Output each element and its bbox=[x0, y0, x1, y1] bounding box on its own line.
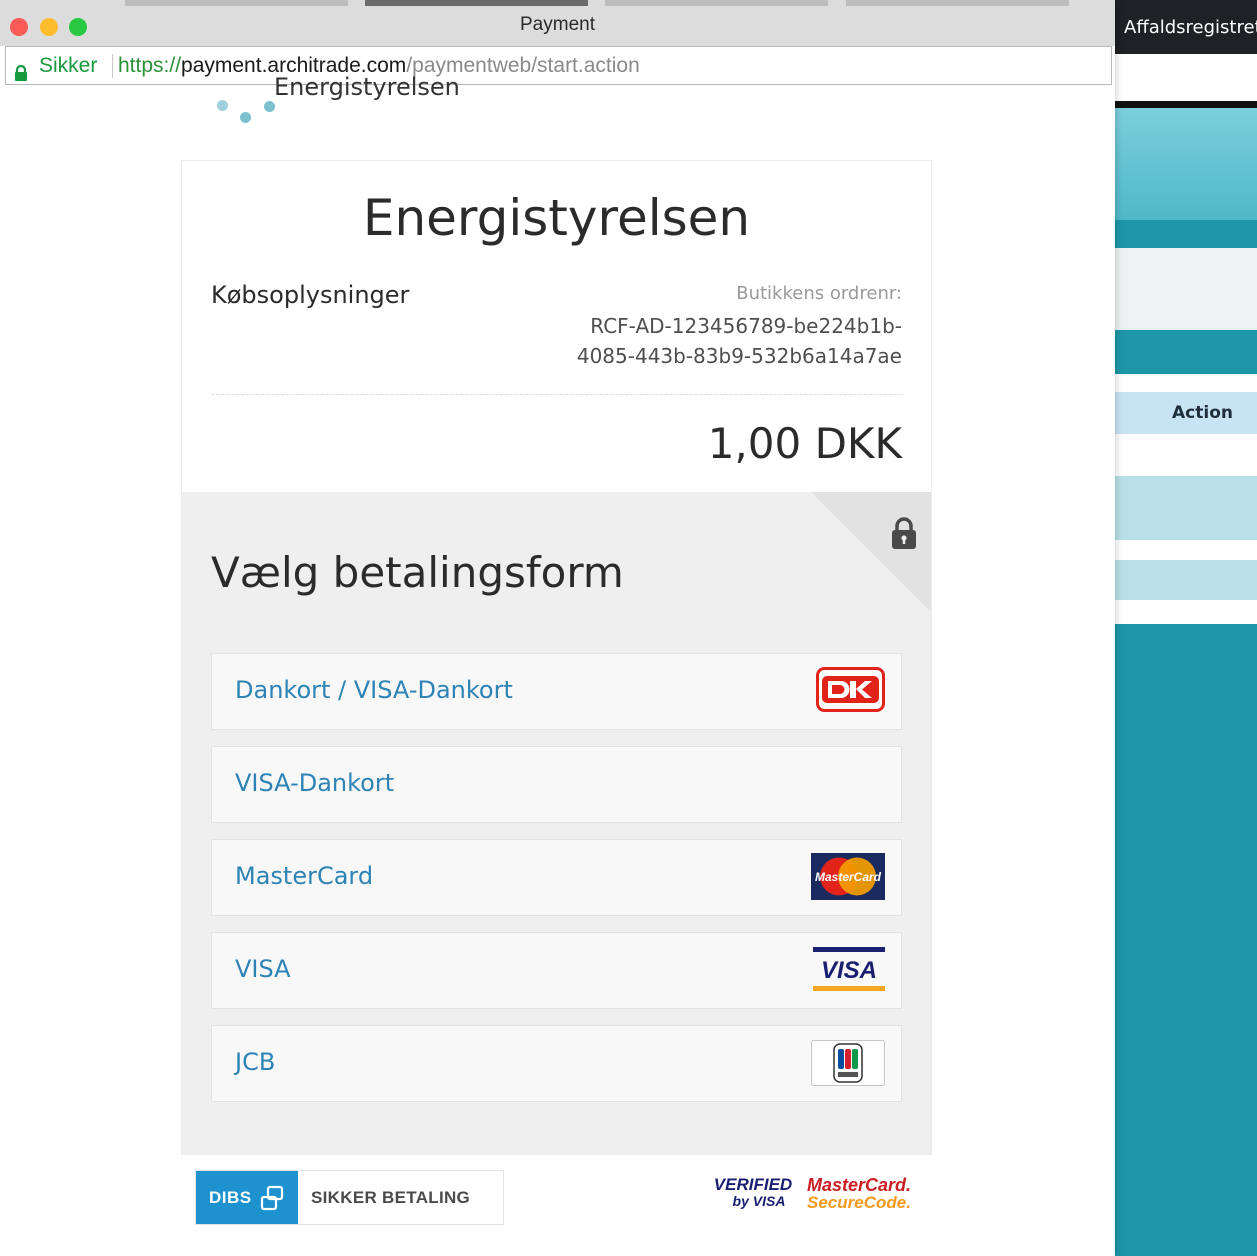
payment-method-section: Vælg betalingsform Dankort / VISA-Dankor… bbox=[182, 492, 931, 1155]
payment-method-mastercard[interactable]: MasterCard MasterCard bbox=[211, 839, 902, 916]
background-row bbox=[1113, 476, 1257, 540]
dibs-logo: DIBS bbox=[196, 1171, 298, 1224]
payment-method-label: MasterCard bbox=[235, 862, 374, 890]
background-app-window: Affaldsregistret Action bbox=[1113, 0, 1257, 1256]
amount: 1,00 DKK bbox=[707, 419, 902, 468]
mc-line1: MasterCard. bbox=[807, 1175, 912, 1195]
payment-method-visa-dankort[interactable]: VISA-Dankort bbox=[211, 746, 902, 823]
visa-logo-icon: VISA bbox=[813, 947, 885, 997]
svg-text:VISA: VISA bbox=[821, 957, 877, 984]
choose-payment-heading: Vælg betalingsform bbox=[211, 548, 624, 597]
background-band bbox=[1113, 330, 1257, 374]
shop-name: Energistyrelsen bbox=[362, 189, 751, 247]
order-number: RCF-AD-123456789-be224b1b-4085-443b-83b9… bbox=[576, 314, 902, 368]
payment-method-label: JCB bbox=[235, 1048, 276, 1076]
logo-dot bbox=[264, 101, 275, 112]
background-band bbox=[1113, 374, 1257, 392]
logo-dot bbox=[240, 112, 251, 123]
jcb-logo-icon bbox=[811, 1040, 885, 1090]
background-band bbox=[1113, 54, 1257, 101]
dankort-logo-icon bbox=[816, 667, 885, 716]
payment-method-jcb[interactable]: JCB bbox=[211, 1025, 902, 1102]
verified-line2: by VISA bbox=[732, 1193, 786, 1209]
mastercard-securecode-badge: MasterCard. SecureCode. bbox=[807, 1175, 912, 1212]
verified-line1: VERIFIED bbox=[713, 1175, 793, 1194]
padlock-icon bbox=[890, 516, 918, 554]
background-row bbox=[1113, 560, 1257, 600]
logo-dot bbox=[217, 100, 228, 111]
mc-line2: SecureCode. bbox=[807, 1193, 911, 1212]
dashed-divider bbox=[211, 394, 902, 395]
background-app-title: Affaldsregistret bbox=[1113, 0, 1257, 54]
purchase-info-label: Købsoplysninger bbox=[211, 281, 410, 309]
payment-method-label: VISA-Dankort bbox=[235, 769, 395, 797]
order-number-label: Butikkens ordrenr: bbox=[736, 283, 902, 304]
background-action-column-header[interactable]: Action bbox=[1113, 392, 1257, 434]
payment-method-visa[interactable]: VISA VISA bbox=[211, 932, 902, 1009]
background-band bbox=[1113, 108, 1257, 220]
background-band bbox=[1113, 101, 1257, 108]
payment-method-dankort[interactable]: Dankort / VISA-Dankort bbox=[211, 653, 902, 730]
payment-method-label: Dankort / VISA-Dankort bbox=[235, 676, 513, 704]
svg-text:MasterCard: MasterCard bbox=[815, 870, 882, 884]
link-icon bbox=[260, 1185, 284, 1211]
dibs-secure-text: SIKKER BETALING bbox=[311, 1188, 471, 1207]
background-band bbox=[1113, 220, 1257, 248]
payment-window: Payment Sikker https://payment.architrad… bbox=[0, 0, 1115, 1256]
payment-footer: DIBS SIKKER BETALING VERIFIED by VISA Ma… bbox=[195, 1170, 912, 1226]
chrome-overlay bbox=[0, 0, 1115, 85]
background-row bbox=[1113, 434, 1257, 476]
dibs-brand: DIBS bbox=[209, 1188, 252, 1207]
background-band bbox=[1113, 248, 1257, 330]
background-row bbox=[1113, 600, 1257, 624]
payment-method-label: VISA bbox=[235, 955, 291, 983]
verified-by-visa-badge: VERIFIED by VISA bbox=[713, 1176, 793, 1210]
background-row bbox=[1113, 540, 1257, 560]
payment-card: Energistyrelsen Købsoplysninger Butikken… bbox=[181, 160, 932, 1155]
dibs-badge: DIBS SIKKER BETALING bbox=[195, 1170, 504, 1225]
mastercard-logo-icon: MasterCard bbox=[811, 853, 885, 904]
